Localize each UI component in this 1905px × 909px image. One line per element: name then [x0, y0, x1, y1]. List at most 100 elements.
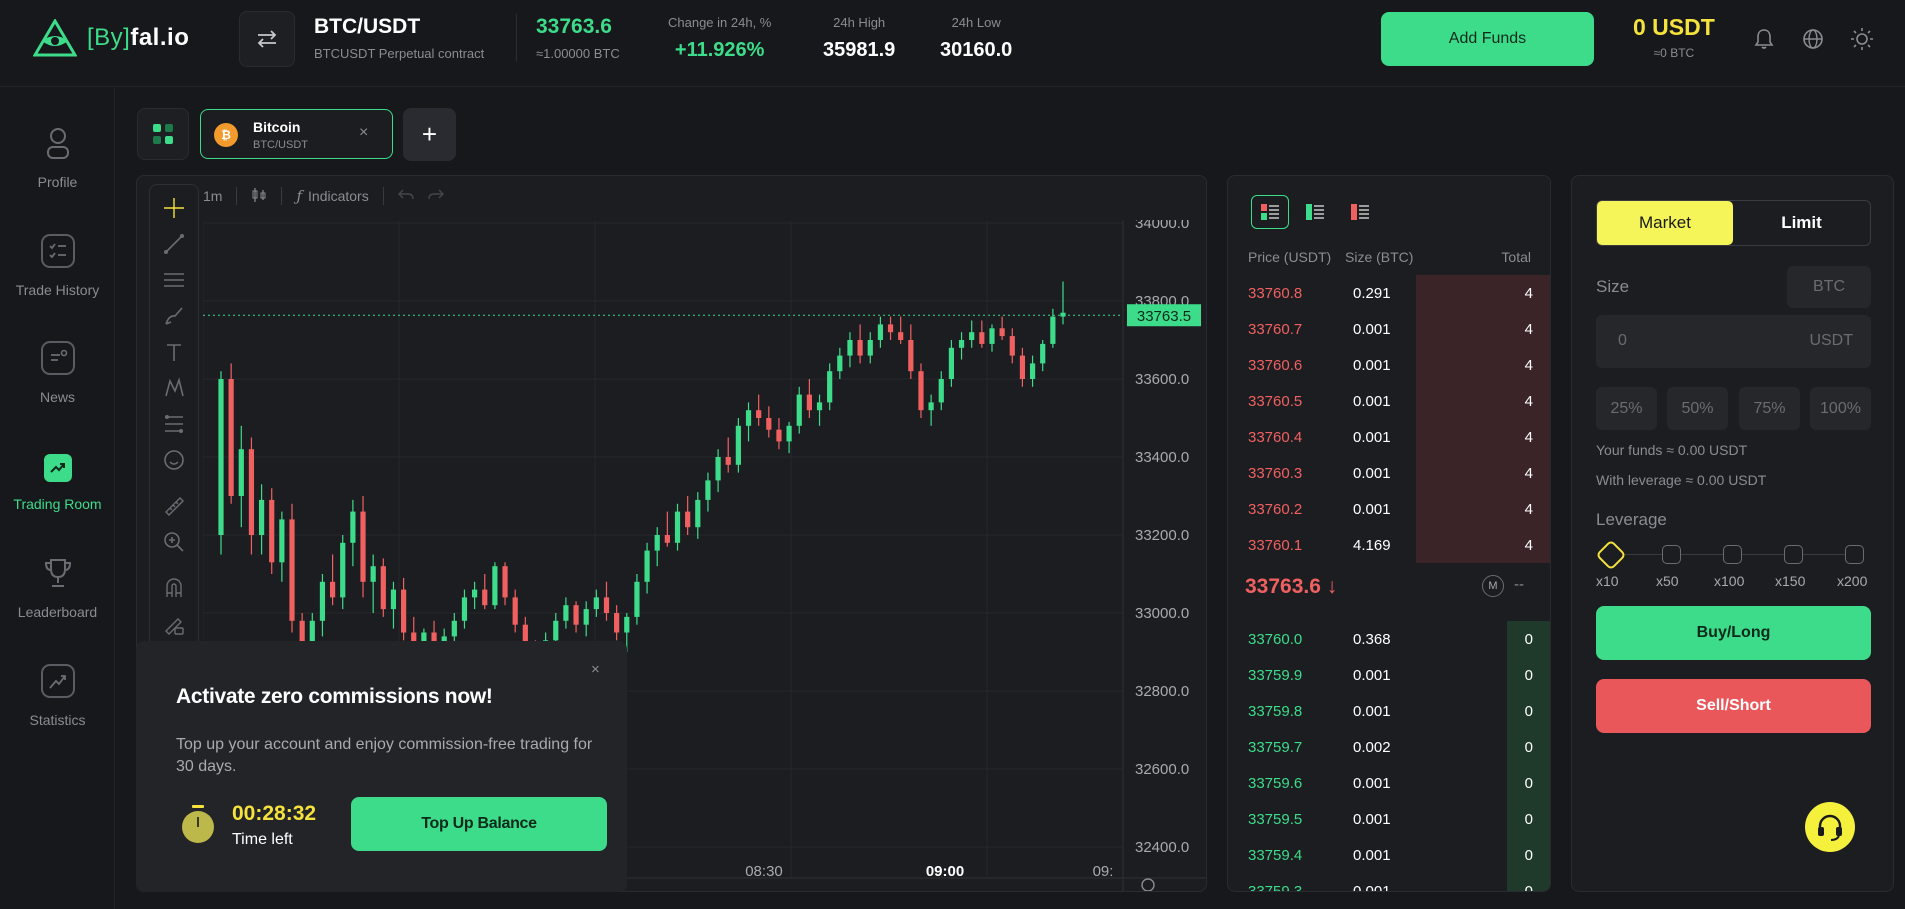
eye-pyramid-logo-icon — [33, 19, 77, 57]
toolbar-divider — [382, 187, 384, 205]
bid-row[interactable]: 33759.8 0.001 0 — [1228, 693, 1550, 729]
undo-icon[interactable] — [397, 188, 414, 205]
leverage-node-x200[interactable] — [1845, 545, 1864, 564]
last-price-value: 33763.6 — [536, 15, 612, 38]
interval-selector[interactable]: 1m — [203, 188, 222, 204]
amount-input[interactable]: 0 USDT — [1596, 315, 1871, 368]
sidebar-item-news[interactable]: News — [0, 333, 115, 423]
ask-row[interactable]: 33760.7 0.001 4 — [1228, 311, 1550, 347]
row-price: 33760.6 — [1248, 357, 1303, 374]
size-label: Size — [1596, 277, 1630, 296]
ask-row[interactable]: 33760.4 0.001 4 — [1228, 419, 1550, 455]
ask-row[interactable]: 33760.2 0.001 4 — [1228, 491, 1550, 527]
book-mode-both-button[interactable] — [1251, 195, 1289, 229]
candle-body — [583, 609, 589, 625]
leverage-label-x10: x10 — [1596, 573, 1619, 589]
notifications-button[interactable] — [1752, 27, 1776, 51]
toolbar-divider — [281, 187, 283, 205]
sidebar-item-trading-room[interactable]: Trading Room — [0, 440, 115, 530]
leverage-node-x150[interactable] — [1784, 545, 1803, 564]
candle-body — [806, 394, 812, 411]
tab-bitcoin[interactable]: ₿ Bitcoin BTC/USDT × — [200, 109, 393, 159]
bid-row[interactable]: 33759.9 0.001 0 — [1228, 657, 1550, 693]
bid-row[interactable]: 33759.4 0.001 0 — [1228, 837, 1550, 873]
tab-name: Bitcoin — [253, 119, 301, 135]
chart-settings-icon[interactable] — [1141, 878, 1155, 891]
leverage-node-x100[interactable] — [1723, 545, 1742, 564]
emoji-icon[interactable] — [163, 449, 185, 471]
magnet-icon[interactable] — [163, 577, 185, 599]
sidebar-item-profile[interactable]: Profile — [0, 118, 115, 208]
sidebar: Profile Trade History News Trading Room … — [0, 88, 115, 909]
zoom-icon[interactable] — [163, 531, 185, 553]
limit-order-tab[interactable]: Limit — [1733, 201, 1870, 245]
candle-body — [989, 328, 995, 344]
market-order-tab[interactable]: Market — [1597, 201, 1733, 245]
sidebar-item-label: Trade History — [15, 282, 100, 298]
sell-short-button[interactable]: Sell/Short — [1596, 679, 1871, 733]
add-tab-button[interactable]: + — [403, 108, 456, 161]
ask-row[interactable]: 33760.8 0.291 4 — [1228, 275, 1550, 311]
ask-row[interactable]: 33760.6 0.001 4 — [1228, 347, 1550, 383]
popup-close-icon[interactable]: × — [591, 661, 600, 678]
layout-grid-button[interactable] — [137, 108, 189, 160]
add-funds-button[interactable]: Add Funds — [1381, 12, 1594, 66]
candle-type-icon[interactable] — [251, 187, 267, 206]
brush-icon[interactable] — [163, 305, 185, 327]
buy-long-button[interactable]: Buy/Long — [1596, 606, 1871, 660]
bid-row[interactable]: 33759.3 0.001 0 — [1228, 873, 1550, 891]
size-currency-btc[interactable]: BTC — [1787, 266, 1871, 308]
candle-body — [238, 449, 244, 496]
crosshair-icon[interactable] — [163, 197, 185, 219]
sidebar-item-statistics[interactable]: Statistics — [0, 656, 115, 746]
percent-25-button[interactable]: 25% — [1596, 387, 1657, 430]
candle-body — [827, 371, 833, 403]
fib-tool-icon[interactable] — [163, 413, 185, 435]
trend-line-icon[interactable] — [163, 233, 185, 255]
candle-body — [745, 410, 752, 426]
user-icon — [41, 126, 75, 160]
swap-pair-button[interactable] — [239, 11, 295, 67]
swap-icon — [257, 30, 277, 48]
row-price: 33759.8 — [1248, 703, 1303, 720]
percent-50-button[interactable]: 50% — [1667, 387, 1728, 430]
support-chat-button[interactable] — [1805, 802, 1855, 852]
row-price: 33760.3 — [1248, 465, 1303, 482]
redo-icon[interactable] — [428, 188, 444, 205]
book-both-icon — [1261, 204, 1279, 220]
candle-body — [451, 620, 457, 637]
sidebar-item-trade-history[interactable]: Trade History — [0, 226, 115, 316]
percent-100-button[interactable]: 100% — [1810, 387, 1871, 430]
logo[interactable]: [By]fal.io — [33, 19, 189, 57]
bid-row[interactable]: 33760.0 0.368 0 — [1228, 621, 1550, 657]
theme-toggle-button[interactable] — [1850, 27, 1874, 51]
bid-row[interactable]: 33759.7 0.002 0 — [1228, 729, 1550, 765]
indicators-button[interactable]: ƒ Indicators — [296, 187, 368, 205]
pattern-tool-icon[interactable] — [163, 377, 185, 399]
bid-row[interactable]: 33759.5 0.001 0 — [1228, 801, 1550, 837]
ruler-icon[interactable] — [163, 495, 185, 517]
percent-75-button[interactable]: 75% — [1739, 387, 1800, 430]
horizontal-lines-icon[interactable] — [163, 269, 185, 291]
ask-row[interactable]: 33760.5 0.001 4 — [1228, 383, 1550, 419]
high-24h-value: 35981.9 — [823, 39, 896, 61]
candle-body — [492, 566, 498, 606]
book-mode-bids-button[interactable] — [1296, 195, 1334, 229]
sidebar-item-leaderboard[interactable]: Leaderboard — [0, 548, 115, 638]
leverage-node-x10[interactable] — [1595, 539, 1627, 571]
candle-body — [654, 535, 660, 551]
news-icon — [40, 341, 75, 375]
top-header: [By]fal.io BTC/USDT BTCUSDT Perpetual co… — [0, 0, 1905, 87]
row-price: 33760.5 — [1248, 393, 1303, 410]
leverage-node-x50[interactable] — [1662, 545, 1681, 564]
language-button[interactable] — [1801, 27, 1825, 51]
bid-row[interactable]: 33759.6 0.001 0 — [1228, 765, 1550, 801]
ask-row[interactable]: 33760.1 4.169 4 — [1228, 527, 1550, 563]
candle-body — [715, 457, 721, 481]
text-tool-icon[interactable] — [163, 341, 185, 363]
lock-drawing-icon[interactable] — [163, 613, 185, 635]
book-mode-asks-button[interactable] — [1341, 195, 1379, 229]
ask-row[interactable]: 33760.3 0.001 4 — [1228, 455, 1550, 491]
top-up-balance-button[interactable]: Top Up Balance — [351, 797, 607, 851]
tab-close-icon[interactable]: × — [359, 124, 368, 142]
